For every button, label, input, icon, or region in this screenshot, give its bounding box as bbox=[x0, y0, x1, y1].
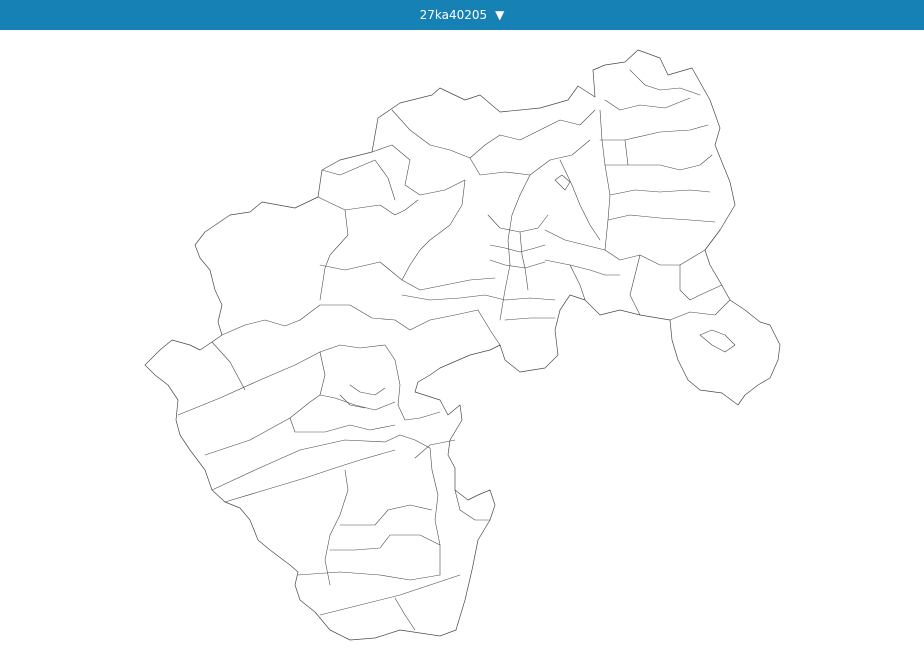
top-bar: 27ka40205 ▼ bbox=[0, 0, 924, 30]
chevron-down-icon: ▼ bbox=[495, 8, 505, 22]
map-canvas[interactable] bbox=[0, 30, 924, 660]
outer-boundary bbox=[144, 49, 781, 641]
boundary-map[interactable] bbox=[0, 30, 924, 660]
area-selector-label: 27ka40205 bbox=[419, 8, 488, 22]
area-selector[interactable]: 27ka40205 ▼ bbox=[420, 8, 505, 22]
